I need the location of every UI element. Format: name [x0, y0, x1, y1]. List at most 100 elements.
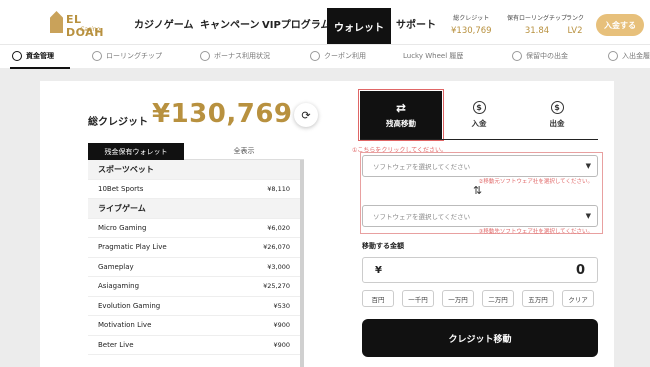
section-title: スポーツベット [98, 164, 154, 174]
wallet-amount: ¥900 [273, 340, 290, 349]
wallet-name: Beter Live [98, 340, 134, 349]
subnav-rolling-chips[interactable]: ローリングチップ [92, 51, 162, 61]
wallet-name: Pragmatic Play Live [98, 243, 167, 252]
wallet-name: 10Bet Sports [98, 184, 144, 193]
wallet-row[interactable]: Motivation Live ¥900 [88, 316, 300, 336]
section-title: ライブゲーム [98, 203, 146, 213]
subnav-label: 資金管理 [26, 52, 54, 60]
nav-vip-program[interactable]: VIPプログラム [262, 16, 331, 31]
quick-amount-10000[interactable]: 一万円 [442, 290, 474, 307]
tab-withdraw[interactable]: $ 出金 [516, 91, 598, 139]
subnav-lucky-wheel[interactable]: Lucky Wheel 履歴 [403, 51, 463, 61]
wallet-row[interactable]: Beter Live ¥900 [88, 336, 300, 355]
wallet-name: Evolution Gaming [98, 301, 161, 310]
source-warning: ②移動元ソフトウェア社を選択してください。 [478, 179, 593, 185]
coupon-icon [310, 51, 320, 61]
nav-wallet[interactable]: ウォレット [327, 8, 391, 44]
wallet-name: Gameplay [98, 262, 134, 271]
amount-value: 0 [575, 262, 585, 278]
select-placeholder: ソフトウェアを選択してください [373, 213, 471, 221]
quick-amount-100[interactable]: 百円 [362, 290, 394, 307]
source-software-select[interactable]: ソフトウェアを選択してください ▼ ②移動元ソフトウェア社を選択してください。 [362, 155, 598, 185]
wallet-icon [12, 51, 22, 61]
subnav-label: クーポン利用 [324, 52, 366, 60]
wallet-panel: 総クレジット ¥130,769 ⟳ 残金保有ウォレット 全表示 スポーツベット 1… [40, 81, 614, 367]
stat-value: ¥130,769 [451, 26, 492, 36]
subnav-label: Lucky Wheel 履歴 [403, 52, 464, 60]
logo-mark-icon [50, 11, 63, 33]
dollar-icon [512, 51, 522, 61]
nav-campaigns[interactable]: キャンペーン [200, 16, 260, 31]
amount-label: 移動する金額 [362, 242, 404, 250]
tab-balance-transfer[interactable]: ⇄ 残高移動 [358, 89, 444, 141]
brand-sub: Casino [80, 26, 101, 33]
subnav-history[interactable]: 入出金履 [608, 51, 650, 61]
wallet-row[interactable]: Asiagaming ¥25,270 [88, 277, 300, 297]
stat-rank: ランク LV2 [566, 13, 584, 36]
stat-label: 総クレジット [453, 15, 490, 22]
wallet-amount: ¥530 [273, 301, 290, 310]
stat-label: 保有ローリングチップ [507, 15, 568, 22]
subnav-bonus-status[interactable]: ボーナス利用状況 [200, 51, 270, 61]
tab-label: 出金 [549, 119, 565, 128]
stat-value: LV2 [567, 26, 583, 36]
refresh-button[interactable]: ⟳ [294, 103, 318, 127]
chevron-down-icon: ▼ [585, 162, 591, 170]
wallet-row[interactable]: Evolution Gaming ¥530 [88, 297, 300, 316]
quick-amount-20000[interactable]: 二万円 [482, 290, 514, 307]
withdraw-icon: $ [550, 101, 564, 114]
destination-warning: ③移動先ソフトウェア社を選択してください。 [478, 229, 593, 235]
tab-deposit[interactable]: $ 入金 [438, 91, 520, 139]
history-icon [608, 51, 618, 61]
quick-amount-1000[interactable]: 一千円 [402, 290, 434, 307]
refresh-icon: ⟳ [301, 108, 311, 122]
stat-rolling-chips: 保有ローリングチップ 31.84 [507, 13, 567, 36]
subnav-label: ボーナス利用状況 [214, 52, 270, 60]
deposit-icon: $ [472, 101, 486, 114]
deposit-button[interactable]: 入金する [596, 14, 644, 36]
quick-amount-50000[interactable]: 五万円 [522, 290, 554, 307]
wallet-amount: ¥6,020 [267, 223, 290, 232]
select-placeholder: ソフトウェアを選択してください [373, 163, 471, 171]
subnav-fund-management[interactable]: 資金管理 [12, 51, 54, 61]
destination-software-select[interactable]: ソフトウェアを選択してください ▼ ③移動先ソフトウェア社を選択してください。 [362, 205, 598, 235]
wallet-amount: ¥3,000 [267, 262, 290, 271]
subnav-label: 入出金履 [622, 52, 650, 60]
subnav-label: 保留中の出金 [526, 52, 568, 60]
swap-vertical-icon[interactable]: ⇅ [473, 184, 482, 197]
wallet-amount: ¥8,110 [267, 184, 290, 193]
wallet-amount: ¥25,270 [263, 282, 290, 291]
wallet-row[interactable]: Pragmatic Play Live ¥26,070 [88, 238, 300, 258]
tab-show-all[interactable]: 全表示 [184, 143, 304, 160]
nav-support[interactable]: サポート [396, 16, 436, 31]
credit-value: ¥130,769 [152, 99, 293, 129]
chevron-down-icon: ▼ [585, 212, 591, 220]
tab-divider [360, 139, 598, 140]
wallet-list: スポーツベット 10Bet Sports ¥8,110 ライブゲーム Micro Gam… [88, 160, 304, 367]
tab-label: 入金 [471, 119, 487, 128]
credit-transfer-button[interactable]: クレジット移動 [362, 319, 598, 357]
tab-label: 残高移動 [386, 119, 416, 128]
stat-label: ランク [566, 15, 585, 22]
active-underline [10, 67, 70, 69]
wallet-row[interactable]: Micro Gaming ¥6,020 [88, 219, 300, 238]
subnav-coupon[interactable]: クーポン利用 [310, 51, 366, 61]
wallet-amount: ¥900 [273, 321, 290, 330]
wallet-name: Micro Gaming [98, 223, 147, 232]
clear-amount-button[interactable]: クリア [562, 290, 594, 307]
nav-casino-games[interactable]: カジノゲーム [134, 16, 194, 31]
star-icon [200, 51, 210, 61]
wallet-row[interactable]: Gameplay ¥3,000 [88, 258, 300, 277]
swap-arrows-icon: ⇄ [395, 100, 407, 115]
stat-value: 31.84 [524, 26, 550, 36]
currency-symbol: ¥ [375, 264, 382, 276]
stat-total-credit: 総クレジット ¥130,769 [451, 13, 492, 36]
subnav-pending-withdrawal[interactable]: 保留中の出金 [512, 51, 568, 61]
wallet-row[interactable]: 10Bet Sports ¥8,110 [88, 180, 300, 199]
brand-logo[interactable]: EL DOAH Casino [50, 11, 120, 39]
chip-icon [92, 51, 102, 61]
wallet-name: Asiagaming [98, 282, 140, 291]
amount-input[interactable]: ¥ 0 [362, 257, 598, 283]
tab-wallets-with-balance[interactable]: 残金保有ウォレット [88, 143, 184, 160]
wallet-section-header: スポーツベット [88, 160, 300, 180]
